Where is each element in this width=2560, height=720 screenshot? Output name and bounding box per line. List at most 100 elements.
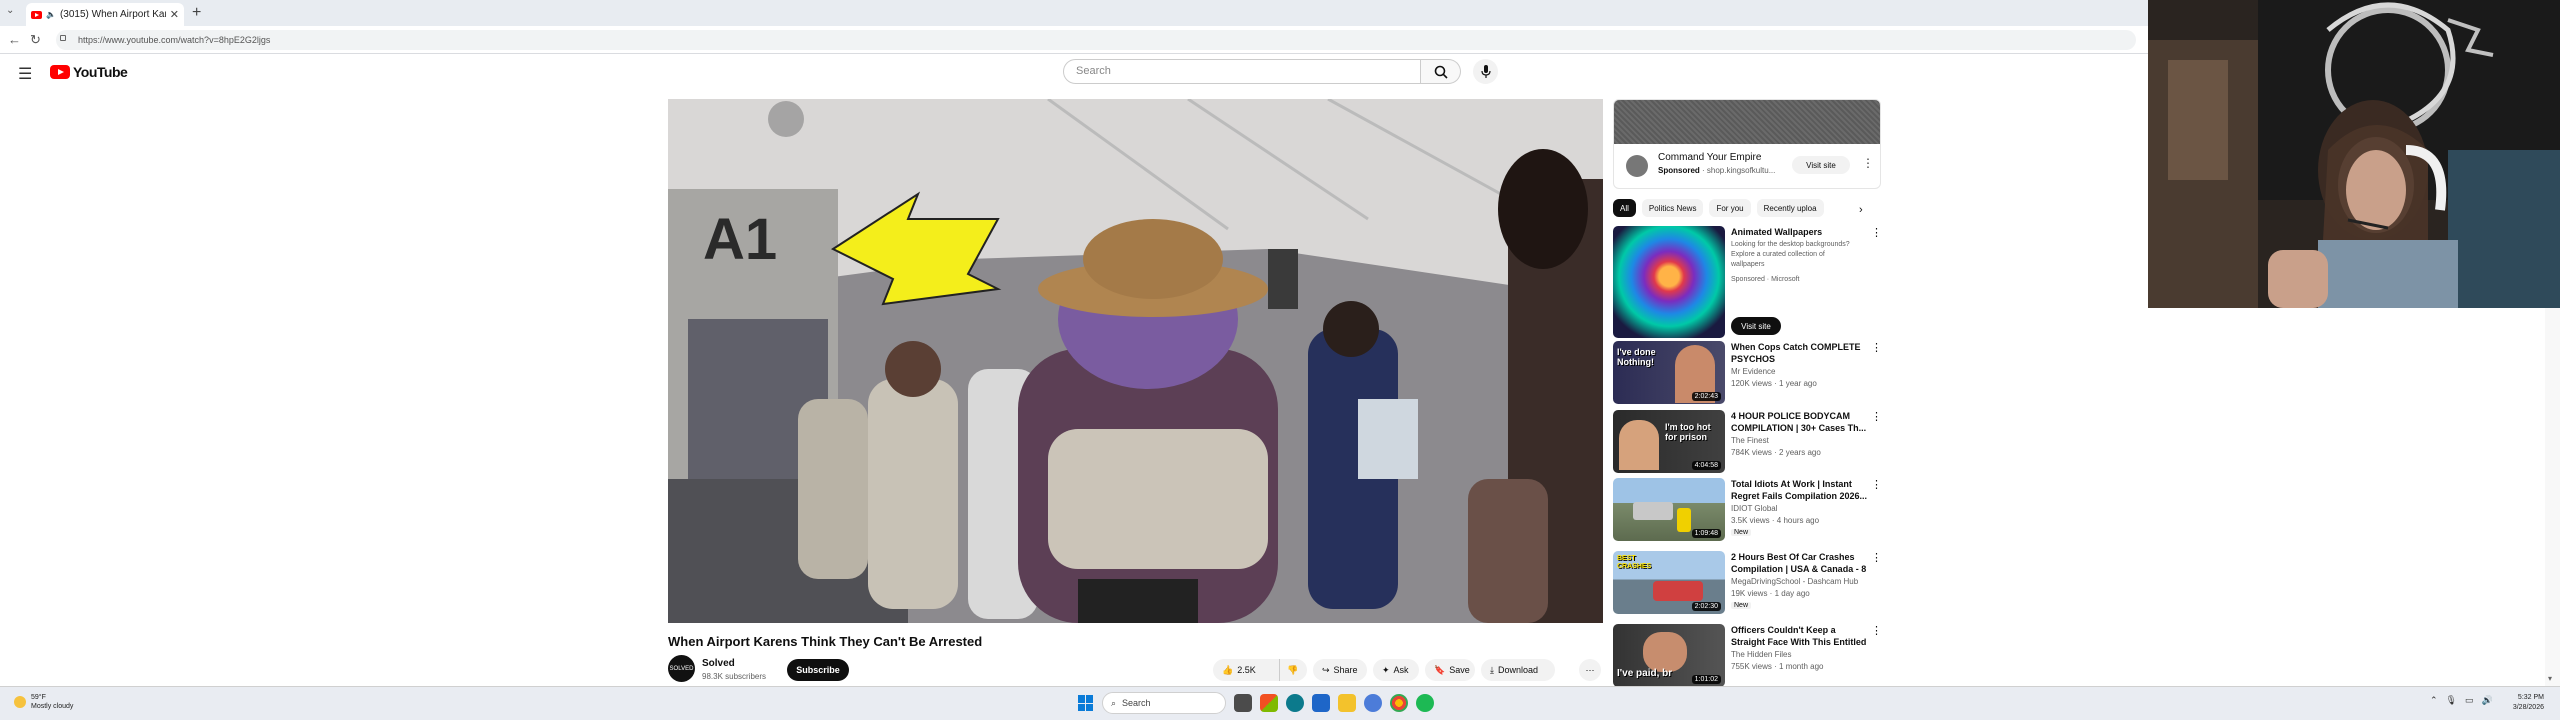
share-button[interactable]: ↪ Share [1313, 659, 1367, 681]
voice-search-button[interactable] [1473, 59, 1498, 84]
video-title[interactable]: When Cops Catch COMPLETE PSYCHOS [1731, 341, 1871, 365]
video-thumbnail[interactable]: 1:09:48 [1613, 478, 1725, 541]
file-explorer-icon[interactable] [1338, 694, 1356, 712]
search-input[interactable]: Search [1063, 59, 1421, 84]
site-info-icon[interactable] [60, 35, 66, 41]
channel-name: Sponsored · Microsoft [1731, 276, 1800, 283]
app-icon[interactable] [1364, 694, 1382, 712]
channel-name[interactable]: MegaDrivingSchool - Dashcam Hub [1731, 577, 1858, 586]
refresh-icon[interactable]: ↻ [30, 32, 41, 48]
chevron-up-icon[interactable]: ⌃ [2430, 695, 2438, 706]
save-label: Save [1449, 665, 1470, 675]
vertical-scrollbar[interactable]: ▾ [2545, 308, 2560, 686]
video-title: When Airport Karens Think They Can't Be … [668, 634, 983, 649]
like-count: 2.5K [1237, 665, 1256, 675]
store-icon[interactable] [1312, 694, 1330, 712]
thumbs-down-icon: 👎 [1287, 664, 1299, 675]
channel-name[interactable]: Solved [702, 658, 735, 669]
video-frame: A1 [668, 99, 1603, 623]
video-thumbnail[interactable]: I've done Nothing! 2:02:43 [1613, 341, 1725, 404]
ad-visit-site-button[interactable]: Visit site [1792, 156, 1850, 174]
new-badge: New [1731, 529, 1752, 536]
edge-icon[interactable] [1286, 694, 1304, 712]
list-item[interactable]: I'm too hot for prison 4:04:58 4 HOUR PO… [1613, 410, 1882, 476]
download-button[interactable]: ⤓ Download [1481, 659, 1555, 681]
more-actions-button[interactable]: ⋯ [1579, 659, 1601, 681]
list-item[interactable]: I've done Nothing! 2:02:43 When Cops Cat… [1613, 341, 1882, 407]
speaker-icon[interactable]: 🔈 [46, 10, 56, 19]
chevron-right-icon[interactable]: › [1859, 204, 1863, 216]
list-item[interactable]: Animated Wallpapers Looking for the desk… [1613, 226, 1882, 338]
video-player[interactable]: A1 [668, 99, 1603, 623]
gate-sign: A1 [703, 207, 777, 272]
subscribe-button[interactable]: Subscribe [787, 659, 849, 681]
duration-badge: 1:01:02 [1691, 675, 1721, 684]
close-tab-icon[interactable]: ✕ [170, 8, 179, 21]
search-placeholder: Search [1076, 65, 1111, 77]
save-button[interactable]: 🔖 Save [1425, 659, 1475, 681]
more-vertical-icon[interactable]: ⋮ [1871, 410, 1882, 423]
video-thumbnail[interactable] [1613, 226, 1725, 338]
webcam-overlay [2148, 0, 2560, 308]
sponsored-ad-card[interactable]: Command Your Empire Sponsored · shop.kin… [1613, 99, 1881, 189]
thumbnail-text: I'm too hot for prison [1665, 422, 1711, 442]
menu-icon[interactable]: ☰ [18, 64, 32, 84]
chip-for-you[interactable]: For you [1709, 199, 1751, 217]
copilot-icon[interactable] [1260, 694, 1278, 712]
channel-avatar[interactable]: SOLVED [668, 655, 695, 682]
list-item[interactable]: BEST CRASHES 2:02:30 2 Hours Best Of Car… [1613, 551, 1882, 621]
browser-tab-youtube[interactable]: 🔈 (3015) When Airport Karens T ✕ [26, 3, 184, 26]
clock[interactable]: 5:32 PM 3/28/2026 [2474, 693, 2544, 713]
video-title[interactable]: 2 Hours Best Of Car Crashes Compilation … [1731, 551, 1871, 575]
channel-name[interactable]: Mr Evidence [1731, 367, 1775, 376]
date: 3/28/2026 [2512, 704, 2544, 711]
youtube-logo[interactable]: YouTube [50, 64, 128, 80]
temperature: 59°F [31, 694, 46, 701]
chip-all[interactable]: All [1613, 199, 1636, 217]
channel-name[interactable]: The Finest [1731, 436, 1769, 445]
chrome-icon[interactable] [1390, 694, 1408, 712]
video-title[interactable]: 4 HOUR POLICE BODYCAM COMPILATION | 30+ … [1731, 410, 1871, 434]
video-thumbnail[interactable]: I'm too hot for prison 4:04:58 [1613, 410, 1725, 473]
channel-name[interactable]: IDIOT Global [1731, 504, 1778, 513]
bookmark-icon: 🔖 [1434, 664, 1446, 675]
weather-icon [14, 696, 26, 708]
taskbar-search[interactable]: ⌕ Search [1102, 692, 1226, 714]
like-button[interactable]: 👍 2.5K [1213, 659, 1279, 681]
new-tab-icon[interactable]: + [192, 4, 201, 22]
network-icon[interactable]: ▭ [2465, 695, 2474, 706]
chip-recently-uploaded[interactable]: Recently uploa [1756, 199, 1824, 217]
more-vertical-icon[interactable]: ⋮ [1871, 226, 1882, 239]
chip-politics-news[interactable]: Politics News [1641, 199, 1704, 217]
ask-button[interactable]: ✦ Ask [1373, 659, 1419, 681]
video-thumbnail[interactable]: BEST CRASHES 2:02:30 [1613, 551, 1725, 614]
browser-tab-bar: ⌄ 🔈 (3015) When Airport Karens T ✕ + [0, 0, 2148, 26]
windows-start-icon[interactable] [1078, 695, 1094, 711]
visit-site-button[interactable]: Visit site [1731, 317, 1781, 335]
scroll-down-arrow-icon[interactable]: ▾ [2548, 674, 2552, 683]
back-icon[interactable]: ← [8, 32, 21, 47]
more-vertical-icon[interactable]: ⋮ [1871, 551, 1882, 564]
search-button[interactable] [1421, 59, 1461, 84]
weather-widget[interactable]: 59°F Mostly cloudy [14, 693, 73, 711]
more-vertical-icon[interactable]: ⋮ [1871, 341, 1882, 354]
tab-menu-chevron-icon[interactable]: ⌄ [6, 5, 14, 16]
video-title[interactable]: Officers Couldn't Keep a Straight Face W… [1731, 624, 1871, 648]
task-view-icon[interactable] [1234, 694, 1252, 712]
list-item[interactable]: I've paid, br 1:01:02 Officers Couldn't … [1613, 624, 1881, 686]
ad-logo [1626, 155, 1648, 177]
list-item[interactable]: 1:09:48 Total Idiots At Work | Instant R… [1613, 478, 1882, 548]
spotify-icon[interactable] [1416, 694, 1434, 712]
dislike-button[interactable]: 👎 [1279, 659, 1307, 681]
video-title[interactable]: Animated Wallpapers [1731, 226, 1871, 238]
ad-more-icon[interactable]: ⋮ [1862, 156, 1874, 170]
channel-name[interactable]: The Hidden Files [1731, 650, 1791, 659]
microphone-tray-icon[interactable]: 🎙 [2446, 695, 2457, 706]
video-thumbnail[interactable]: I've paid, br 1:01:02 [1613, 624, 1725, 686]
url-field[interactable]: https://www.youtube.com/watch?v=8hpE2G2l… [56, 30, 2136, 50]
youtube-favicon-icon [31, 10, 42, 19]
ad-domain: shop.kingsofkultu... [1706, 166, 1776, 175]
more-vertical-icon[interactable]: ⋮ [1871, 624, 1881, 637]
video-title[interactable]: Total Idiots At Work | Instant Regret Fa… [1731, 478, 1871, 502]
more-vertical-icon[interactable]: ⋮ [1871, 478, 1882, 491]
